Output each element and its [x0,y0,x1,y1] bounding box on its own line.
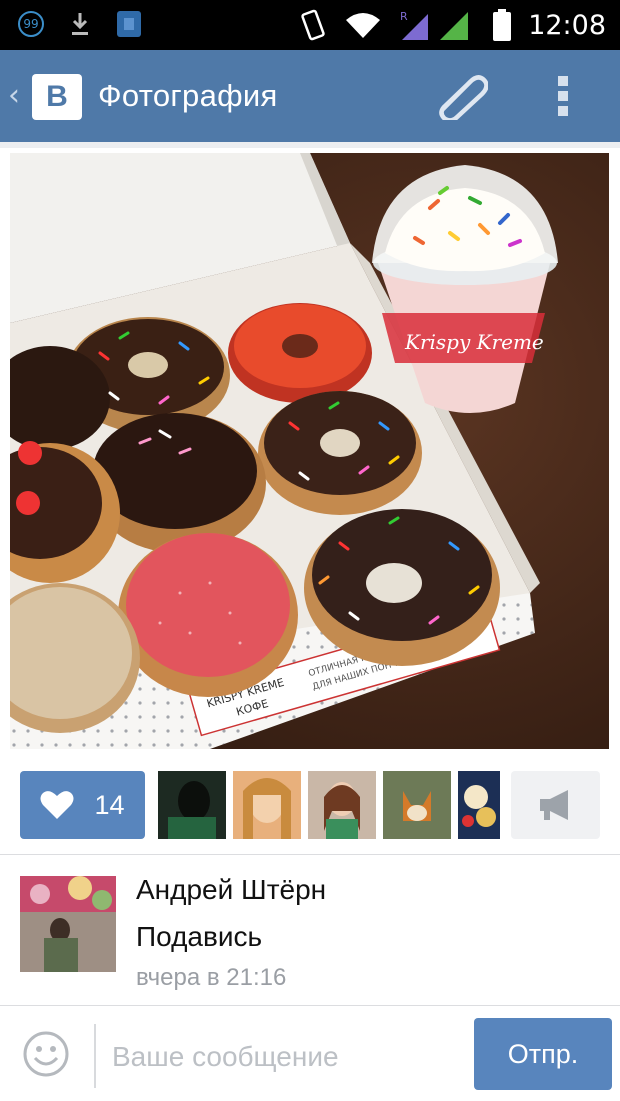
liker-avatar[interactable] [233,771,301,839]
liker-avatar[interactable] [383,771,451,839]
battery-icon [493,9,512,41]
post-caption: Подавись [136,921,263,952]
download-icon [72,13,88,35]
overflow-menu-icon[interactable] [556,76,570,122]
post-photo[interactable]: KRISPY KREME КОФЕ ОТЛИЧНАЯ ПАРА ДЛЯ НАШИ… [10,153,609,749]
status-bar: 99 R 12:08 [0,0,620,50]
liker-avatar[interactable] [308,771,376,839]
author-avatar[interactable] [20,876,116,972]
photo-card: KRISPY KREME КОФЕ ОТЛИЧНАЯ ПАРА ДЛЯ НАШИ… [0,148,620,1101]
megaphone-icon [539,790,568,820]
wifi-icon [346,13,381,38]
send-button[interactable]: Отпр. [474,1018,612,1090]
liker-avatar[interactable] [158,771,226,839]
app-bar: ‹ B Фотография [0,50,620,142]
status-right-icons: R 12:08 [298,8,606,42]
donuts-photo-art: KRISPY KREME КОФЕ ОТЛИЧНАЯ ПАРА ДЛЯ НАШИ… [10,153,609,749]
smiley-icon[interactable] [22,1030,70,1078]
svg-text:R: R [400,10,408,23]
post-timestamp: вчера в 21:16 [136,964,287,991]
page-title: Фотография [98,78,278,113]
paperclip-icon[interactable] [430,72,488,120]
vk-logo-icon[interactable]: B [32,74,82,120]
message-composer: Отпр. [0,1006,620,1101]
phone-rotate-icon [301,9,325,41]
sim-icon [117,11,141,37]
author-name[interactable]: Андрей Штёрн [136,874,326,906]
cup-brand-text: Krispy Kreme [404,330,544,354]
signal-icon: R [400,10,469,40]
message-input[interactable] [110,1026,464,1088]
status-left-icons: 99 [18,10,142,38]
clock: 12:08 [528,9,606,41]
likes-row: 14 [0,768,620,840]
back-chevron-icon[interactable]: ‹ [8,78,20,113]
composer-divider [94,1024,96,1088]
like-button[interactable]: 14 [20,771,145,839]
liker-avatar[interactable] [458,771,500,839]
notification-badge-icon: 99 [18,11,44,37]
heart-icon [40,791,74,819]
share-button[interactable] [511,771,600,839]
like-count: 14 [94,789,125,820]
divider [0,854,620,855]
